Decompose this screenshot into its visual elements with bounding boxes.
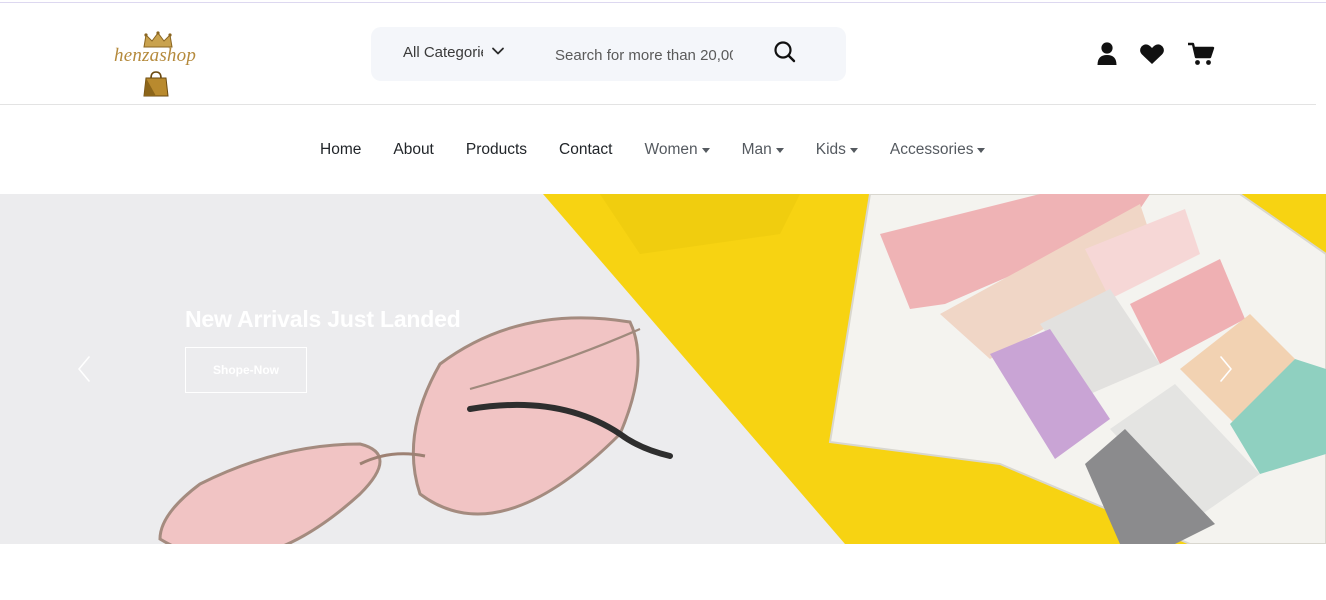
caret-down-icon xyxy=(701,147,710,153)
nav-item-women[interactable]: Women xyxy=(644,141,710,159)
nav-item-label: Kids xyxy=(815,141,846,158)
brand-logo[interactable]: henzashop xyxy=(112,31,208,97)
shop-now-button[interactable]: Shope-Now xyxy=(185,347,307,393)
nav-item-label: About xyxy=(393,141,434,158)
nav-list: Home About Products Contact Women Man Ki… xyxy=(320,141,1017,159)
hero-carousel: New Arrivals Just Landed Shope-Now xyxy=(0,194,1326,544)
search-bar: All Categories xyxy=(371,27,846,81)
caret-down-icon xyxy=(775,147,784,153)
hero-title: New Arrivals Just Landed xyxy=(185,306,461,332)
main-nav: Home About Products Contact Women Man Ki… xyxy=(0,105,1326,193)
header-icons xyxy=(1094,41,1220,71)
cart-icon[interactable] xyxy=(1187,41,1215,67)
nav-item-products[interactable]: Products xyxy=(466,141,527,159)
nav-item-home[interactable]: Home xyxy=(320,141,361,159)
nav-item-label: Man xyxy=(741,141,772,158)
nav-item-label: Products xyxy=(465,141,528,158)
nav-item-label: Contact xyxy=(559,141,613,158)
nav-item-accessories[interactable]: Accessories xyxy=(890,141,986,159)
nav-item-contact[interactable]: Contact xyxy=(559,141,612,159)
category-select[interactable]: All Categories xyxy=(403,44,483,64)
nav-item-kids[interactable]: Kids xyxy=(816,141,858,159)
search-input[interactable] xyxy=(555,44,733,66)
caret-down-icon xyxy=(849,147,858,153)
nav-item-label: Women xyxy=(644,141,698,158)
chevron-right-icon[interactable] xyxy=(1214,354,1236,384)
site-header: henzashop All Categories xyxy=(0,3,1316,105)
nav-item-label: Accessories xyxy=(889,141,974,158)
heart-icon[interactable] xyxy=(1139,41,1165,67)
brand-wordmark: henzashop xyxy=(114,45,197,66)
user-icon[interactable] xyxy=(1096,41,1118,67)
chevron-left-icon[interactable] xyxy=(74,354,96,384)
caret-down-icon xyxy=(977,147,986,153)
nav-item-label: Home xyxy=(320,141,362,158)
search-icon[interactable] xyxy=(772,39,798,65)
nav-item-about[interactable]: About xyxy=(393,141,434,159)
nav-item-man[interactable]: Man xyxy=(742,141,784,159)
chevron-down-icon[interactable] xyxy=(491,44,505,58)
shopping-bag-icon xyxy=(143,71,169,97)
